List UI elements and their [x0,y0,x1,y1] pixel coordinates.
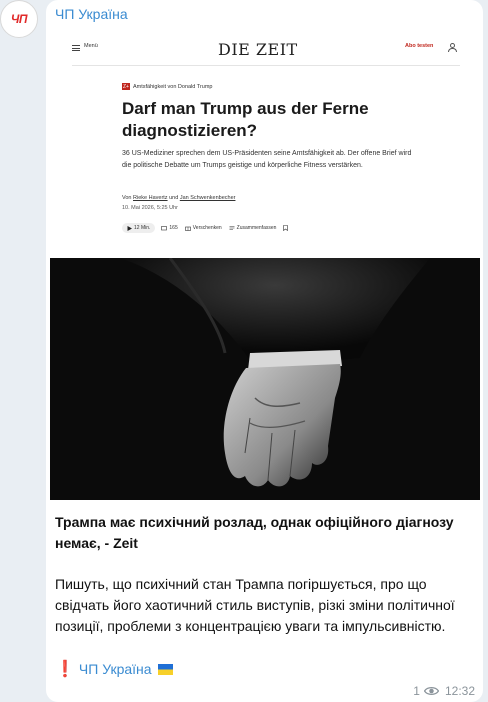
article-photo [50,258,480,500]
ukraine-flag-icon [157,663,173,675]
article-kicker: Z+ Amtsfähigkeit von Donald Trump [122,83,212,90]
gift-label: Verschenken [192,225,222,231]
comments-count: 165 [169,225,178,231]
article-summary: 36 US-Mediziner sprechen dem US-Präsiden… [122,150,412,169]
subscribe-link: Abo testen [405,43,434,49]
post-signature: ❗ ЧП Україна [55,659,173,679]
message-time: 12:32 [444,684,475,698]
channel-name[interactable]: ЧП Україна [55,6,128,22]
post-title: Трампа має психічний розлад, однак офіці… [55,514,454,551]
play-icon [127,225,132,231]
gift-button: Verschenken [184,225,222,231]
listen-label: 12 Min. [134,225,151,231]
zeit-logo: DIE ZEIT [218,40,298,59]
zplus-badge: Z+ [122,83,130,90]
eye-icon [423,687,439,695]
bookmark-icon [283,225,289,231]
kicker-text: Amtsfähigkeit von Donald Trump [133,83,213,90]
article-byline: Von Rieke Havertz und Jan Schwenkenbeche… [122,195,235,201]
user-icon [448,43,457,52]
summarize-label: Zusammenfassen [236,225,277,231]
byline-prefix: Von [122,195,132,201]
menu-label: Menü [84,43,98,49]
article-actions: 12 Min. 165 Verschenken Zusammenfassen [122,222,297,234]
bookmark-button [283,225,290,231]
channel-link[interactable]: ЧП Україна [79,661,152,677]
article-header: Menü DIE ZEIT Abo testen [72,40,460,66]
menu-icon [72,45,80,51]
author-link: Rieke Havertz [133,195,168,201]
summarize-icon [229,226,235,230]
listen-button: 12 Min. [122,223,156,233]
article-headline: Darf man Trump aus der Ferne diagnostizi… [122,99,369,140]
avatar-text: ЧП [10,12,28,26]
post-body: Пишуть, що психічний стан Трампа погіршу… [55,576,455,634]
hand-photo-image [50,258,480,500]
comment-icon [161,225,168,230]
link-preview[interactable]: Menü DIE ZEIT Abo testen Z+ Amtsfähigkei… [50,30,480,500]
byline-and: und [169,195,179,201]
author-link: Jan Schwenkenbecher [179,195,236,201]
channel-avatar[interactable]: ЧП [0,0,38,38]
exclamation-icon: ❗ [55,661,75,678]
summarize-button: Zusammenfassen [229,225,277,231]
gift-icon [184,226,191,231]
comments-button: 165 [161,225,178,231]
message-meta: 1 12:32 [413,684,475,698]
view-count: 1 [413,684,420,698]
message-bubble: ЧП Україна Menü DIE ZEIT Abo testen Z+ A… [46,0,483,702]
article-date: 10. Mai 2026, 5:25 Uhr [122,205,178,211]
